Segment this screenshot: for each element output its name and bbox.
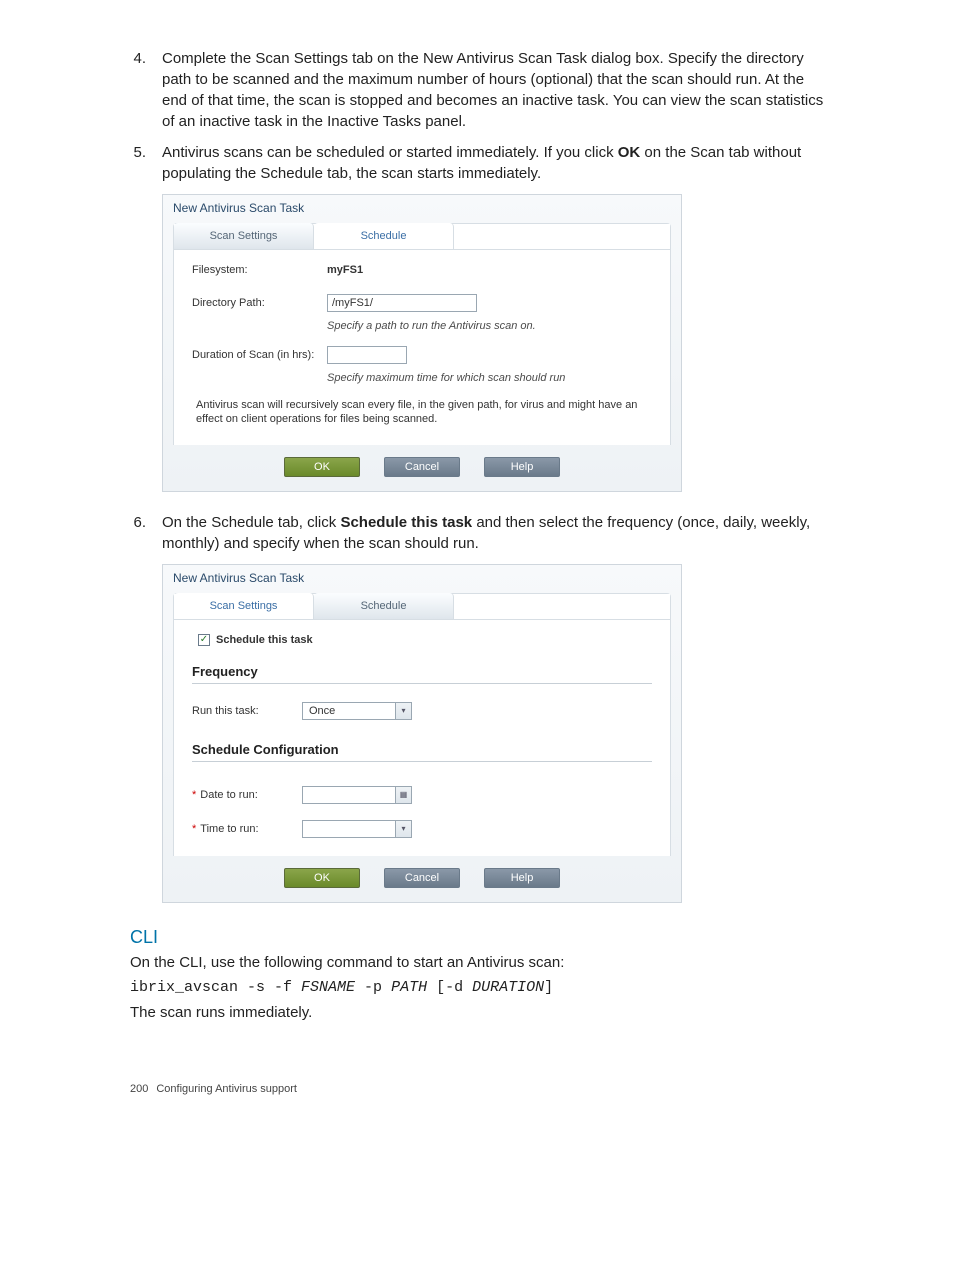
help-button[interactable]: Help: [484, 457, 560, 477]
footer-section: Configuring Antivirus support: [156, 1083, 297, 1095]
schedule-config-heading: Schedule Configuration: [192, 742, 652, 762]
duration-input[interactable]: [327, 346, 407, 364]
tab-scan-settings[interactable]: Scan Settings: [174, 593, 314, 619]
run-this-task-select[interactable]: Once ▾: [302, 702, 412, 720]
dialog-schedule: New Antivirus Scan Task Scan Settings Sc…: [162, 564, 682, 903]
step-number: 5.: [130, 142, 162, 184]
schedule-this-task-checkbox[interactable]: ✓: [198, 634, 210, 646]
tab-scan-settings[interactable]: Scan Settings: [174, 223, 314, 249]
required-asterisk-icon: *: [192, 823, 196, 835]
filesystem-label: Filesystem:: [192, 264, 327, 276]
panel-scan-settings: Filesystem: myFS1 Directory Path: /myFS1…: [174, 250, 670, 445]
step-number: 6.: [130, 512, 162, 554]
date-to-run-input[interactable]: ▦: [302, 786, 412, 804]
chevron-down-icon: ▾: [395, 821, 411, 837]
dialog-scan-settings: New Antivirus Scan Task Scan Settings Sc…: [162, 194, 682, 492]
step-text: Antivirus scans can be scheduled or star…: [162, 144, 618, 161]
cli-command: ibrix_avscan -s -f FSNAME -p PATH [-d DU…: [130, 977, 824, 998]
step-text: On the Schedule tab, click: [162, 514, 340, 531]
step-number: 4.: [130, 48, 162, 132]
dialog-body: Scan Settings Schedule ✓ Schedule this t…: [173, 593, 671, 856]
directory-path-hint: Specify a path to run the Antivirus scan…: [327, 320, 652, 332]
run-this-task-value: Once: [309, 705, 335, 717]
tab-schedule[interactable]: Schedule: [314, 223, 454, 249]
duration-hint: Specify maximum time for which scan shou…: [327, 372, 652, 384]
tab-bar: Scan Settings Schedule: [174, 224, 670, 250]
step-5: 5. Antivirus scans can be scheduled or s…: [130, 142, 824, 184]
dialog-footer: OK Cancel Help: [163, 856, 681, 902]
step-4: 4. Complete the Scan Settings tab on the…: [130, 48, 824, 132]
directory-path-label: Directory Path:: [192, 297, 327, 309]
time-to-run-select[interactable]: ▾: [302, 820, 412, 838]
step-body: Complete the Scan Settings tab on the Ne…: [162, 48, 824, 132]
filesystem-value: myFS1: [327, 264, 652, 276]
duration-label: Duration of Scan (in hrs):: [192, 349, 327, 361]
schedule-this-task-label: Schedule this task: [216, 634, 313, 646]
help-button[interactable]: Help: [484, 868, 560, 888]
cancel-button[interactable]: Cancel: [384, 868, 460, 888]
cli-outro: The scan runs immediately.: [130, 1002, 824, 1023]
frequency-heading: Frequency: [192, 664, 652, 684]
chevron-down-icon: ▾: [395, 703, 411, 719]
dialog-title: New Antivirus Scan Task: [163, 195, 681, 223]
cli-intro: On the CLI, use the following command to…: [130, 952, 824, 973]
required-asterisk-icon: *: [192, 789, 196, 801]
time-to-run-label: *Time to run:: [192, 823, 302, 835]
dialog-footer: OK Cancel Help: [163, 445, 681, 491]
cli-heading: CLI: [130, 927, 824, 948]
panel-schedule: ✓ Schedule this task Frequency Run this …: [174, 620, 670, 856]
date-to-run-label: *Date to run:: [192, 789, 302, 801]
schedule-bold: Schedule this task: [340, 514, 472, 531]
dialog-title: New Antivirus Scan Task: [163, 565, 681, 593]
tab-schedule[interactable]: Schedule: [314, 593, 454, 619]
ok-bold: OK: [618, 144, 641, 161]
scan-note: Antivirus scan will recursively scan eve…: [192, 398, 652, 435]
directory-path-input[interactable]: /myFS1/: [327, 294, 477, 312]
run-this-task-label: Run this task:: [192, 705, 302, 717]
step-body: Antivirus scans can be scheduled or star…: [162, 142, 824, 184]
calendar-icon: ▦: [395, 787, 411, 803]
step-body: On the Schedule tab, click Schedule this…: [162, 512, 824, 554]
step-6: 6. On the Schedule tab, click Schedule t…: [130, 512, 824, 554]
dialog-body: Scan Settings Schedule Filesystem: myFS1…: [173, 223, 671, 445]
ok-button[interactable]: OK: [284, 868, 360, 888]
page-footer: 200 Configuring Antivirus support: [130, 1083, 824, 1095]
page-number: 200: [130, 1083, 148, 1095]
tab-bar: Scan Settings Schedule: [174, 594, 670, 620]
cancel-button[interactable]: Cancel: [384, 457, 460, 477]
ok-button[interactable]: OK: [284, 457, 360, 477]
